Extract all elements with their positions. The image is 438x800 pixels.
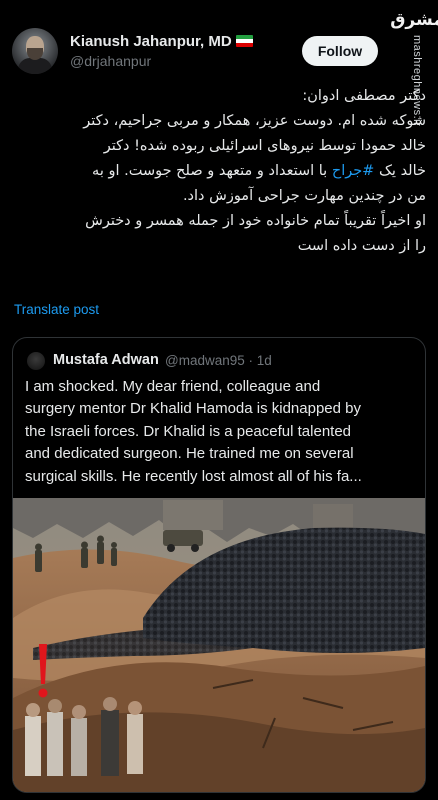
meta-separator: · bbox=[248, 353, 254, 368]
tweet-text: دکتر مصطفی ادوان: شوکه شده ام. دوست عزیز… bbox=[26, 84, 426, 259]
quoted-author-avatar[interactable] bbox=[27, 352, 45, 370]
iran-flag-icon bbox=[235, 35, 253, 47]
quoted-tweet-text: I am shocked. My dear friend, colleague … bbox=[25, 378, 362, 485]
watermark-logo: مشرق bbox=[390, 10, 438, 30]
hashtag-link[interactable]: #جراح bbox=[332, 163, 375, 179]
quoted-author-name[interactable]: Mustafa Adwan bbox=[53, 352, 159, 368]
tweet-line-part: خالد یک bbox=[378, 163, 426, 179]
translate-post-link[interactable]: Translate post bbox=[14, 302, 99, 317]
tweet-line: من در چندین مهارت جراحی آموزش داد. bbox=[182, 188, 426, 204]
author-avatar[interactable] bbox=[12, 28, 58, 74]
tweet-line: او اخیراً تقریباً تمام خانواده خود از جم… bbox=[85, 213, 426, 229]
quoted-tweet[interactable]: Mustafa Adwan @madwan95 · 1d I am shocke… bbox=[12, 337, 426, 793]
quoted-tweet-photo[interactable] bbox=[13, 498, 425, 792]
tweet-line: خالد یک #جراح با استعداد و متعهد و صلح ج… bbox=[26, 159, 426, 184]
quoted-author-handle[interactable]: @madwan95 bbox=[165, 353, 245, 368]
tweet-line-part: با استعداد و متعهد و صلح جوست. او به bbox=[92, 163, 328, 179]
quoted-post-time[interactable]: 1d bbox=[257, 353, 272, 368]
tweet-line: خالد حمودا توسط نیروهای اسرائیلی ربوده ش… bbox=[103, 138, 426, 154]
tweet-header: Kianush Jahanpur, MD @drjahanpur Follow bbox=[12, 28, 398, 76]
author-name-row[interactable]: Kianush Jahanpur, MD bbox=[70, 33, 253, 50]
follow-button[interactable]: Follow bbox=[302, 36, 378, 66]
tweet-line: دکتر مصطفی ادوان: bbox=[302, 88, 426, 104]
author-name[interactable]: Kianush Jahanpur, MD bbox=[70, 33, 232, 50]
tweet-line: را از دست داده است bbox=[297, 238, 426, 254]
quoted-author-meta: @madwan95 · 1d bbox=[165, 353, 272, 368]
author-handle[interactable]: @drjahanpur bbox=[70, 53, 151, 69]
tweet-line: شوکه شده ام. دوست عزیز، همکار و مربی جرا… bbox=[83, 113, 426, 129]
